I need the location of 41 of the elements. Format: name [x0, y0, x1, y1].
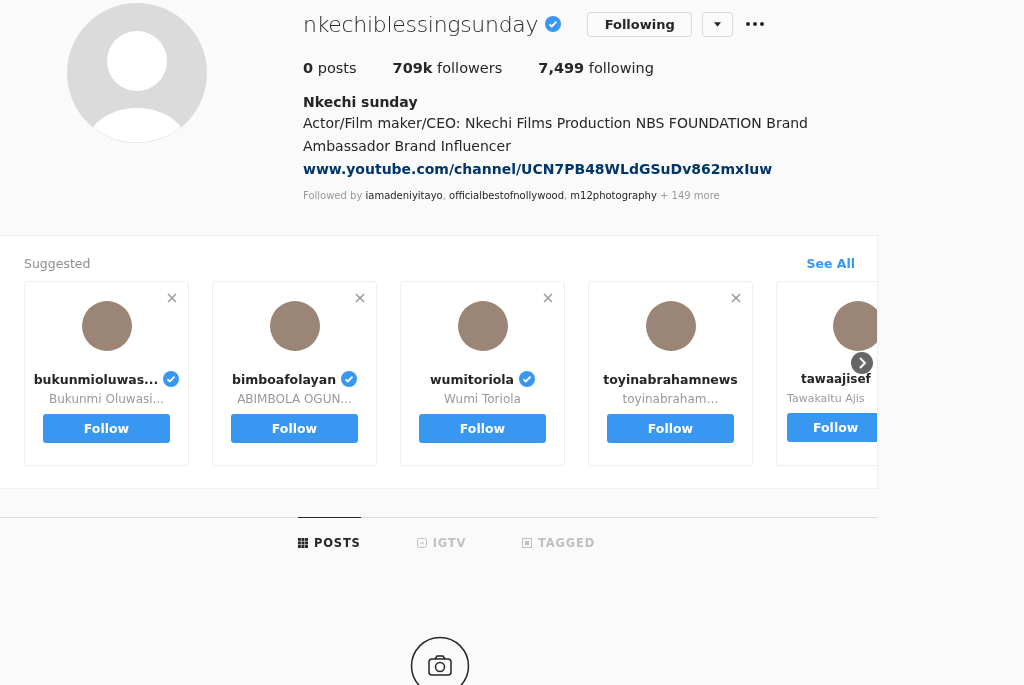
avatar-photo-placeholder[interactable]	[457, 301, 508, 351]
more-options-icon[interactable]	[746, 22, 765, 26]
full-name: Nkechi sunday	[303, 94, 419, 110]
tag-icon	[522, 538, 533, 548]
suggested-full-name: Wumi Toriola	[444, 392, 521, 406]
profile-link[interactable]: www.youtube.com/channel/UCN7PB48WLdGSuDv862mxIuw	[303, 158, 823, 180]
close-icon[interactable]	[731, 293, 741, 303]
tv-icon	[416, 538, 427, 548]
suggested-full-name: Bukunmi Oluwasi...	[48, 392, 165, 406]
stat-count[interactable]: 709k followers	[392, 60, 503, 76]
stat-count[interactable]: 7,499 following	[538, 60, 654, 76]
close-icon[interactable]	[355, 293, 365, 303]
suggested-full-name: toyinabraham…	[622, 392, 719, 406]
close-icon[interactable]	[543, 293, 553, 303]
stat-count[interactable]: 0 posts	[303, 60, 357, 76]
avatar-photo-placeholder[interactable]	[833, 301, 877, 351]
username: nkechiblessingsunday	[303, 11, 539, 37]
section-title: Suggested	[24, 256, 91, 271]
avatar-photo-placeholder[interactable]	[81, 301, 132, 351]
avatar-silhouette-icon	[67, 3, 207, 143]
camera-icon	[410, 636, 470, 685]
suggested-username[interactable]: bimboafolayan	[231, 371, 337, 387]
suggested-username[interactable]: toyinabrahamnews	[603, 371, 738, 387]
followed-by-text: Followed by iamadeniyitayo, officialbestofnollywood, m12photography + 149 more	[303, 190, 721, 201]
avatar-photo-placeholder[interactable]	[269, 301, 320, 351]
bio-text: Actor/Film maker/CEO: Nkechi Films Production NBS FOUNDATION Brand Ambassador Brand Influencer	[303, 114, 809, 156]
grid-icon	[298, 538, 308, 548]
close-icon[interactable]	[167, 293, 177, 303]
tab-label: TAGGED	[538, 536, 596, 550]
tab-label: POSTS	[314, 536, 361, 550]
following-button[interactable]: Following	[587, 11, 693, 37]
suggested-username[interactable]: bukunmioluwas...	[33, 371, 159, 387]
suggested-full-name: Tawakaltu Ajis	[787, 392, 865, 405]
profile-tab[interactable]: POSTS	[298, 517, 361, 568]
suggested-username[interactable]: wumitoriola	[429, 371, 515, 387]
avatar-photo-placeholder[interactable]	[645, 301, 696, 351]
suggested-username[interactable]: tawaajisef	[801, 372, 871, 386]
tab-label: IGTV	[432, 536, 467, 550]
suggested-full-name: ABIMBOLA OGUN...	[237, 392, 352, 406]
caret-icon	[714, 21, 722, 27]
dropdown-button[interactable]	[702, 11, 734, 37]
